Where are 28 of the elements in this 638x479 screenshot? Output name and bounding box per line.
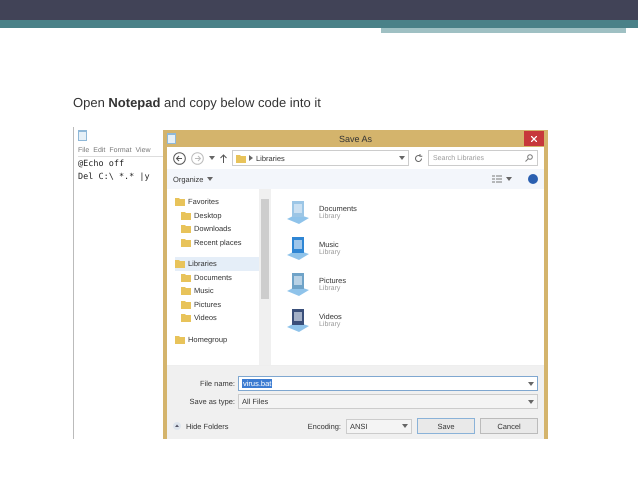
scrollbar[interactable]	[259, 189, 271, 365]
instruction-text: Open Notepad and copy below code into it	[73, 95, 322, 111]
close-icon	[531, 136, 537, 142]
back-icon[interactable]	[173, 152, 186, 164]
caret-icon	[528, 400, 534, 404]
library-icon	[285, 199, 311, 225]
caret-icon	[209, 156, 215, 160]
code-line: @Echo off	[78, 158, 124, 171]
library-icon	[285, 307, 311, 333]
notepad-icon	[167, 133, 176, 144]
collapse-icon[interactable]	[173, 422, 181, 430]
caret-icon	[207, 177, 214, 181]
caret-icon	[528, 382, 534, 386]
window-title: Save As	[338, 134, 374, 144]
library-icon	[285, 235, 311, 261]
chevron-icon	[249, 155, 253, 161]
caret-icon	[506, 177, 512, 181]
folder-icon	[175, 334, 185, 344]
code-line: Del C:\ *.* |y	[78, 171, 150, 184]
close-button[interactable]	[524, 131, 544, 146]
view-options-icon[interactable]	[492, 175, 502, 183]
search-icon	[525, 154, 533, 162]
notepad-icon	[78, 130, 87, 141]
caret-icon	[402, 424, 408, 428]
up-arrow-icon[interactable]	[220, 154, 227, 162]
caret-icon	[399, 156, 405, 160]
library-icon	[285, 271, 311, 297]
refresh-icon[interactable]	[414, 154, 423, 162]
